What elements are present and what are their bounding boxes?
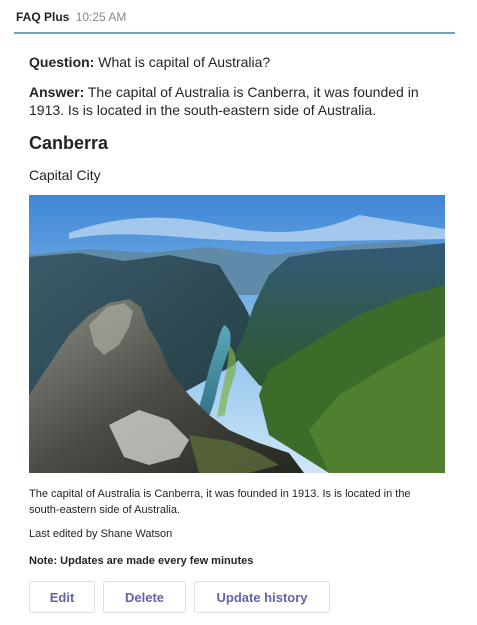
canberra-landscape-image [29,195,445,473]
last-edited-text: Last edited by Shane Watson [29,528,173,540]
message-header: FAQ Plus 10:25 AM [16,9,126,25]
answer-label: Answer: [29,84,85,100]
question-text: Question: What is capital of Australia? [29,53,445,72]
update-history-button[interactable]: Update history [194,581,330,613]
delete-button[interactable]: Delete [103,581,186,613]
answer-value: The capital of Australia is Canberra, it… [29,84,419,118]
question-value: What is capital of Australia? [94,54,271,70]
answer-text: Answer: The capital of Australia is Canb… [29,83,429,119]
sender-name: FAQ Plus [16,10,70,24]
update-note: Note: Updates are made every few minutes [29,555,254,567]
card-title: Canberra [29,133,109,153]
faq-card: Question: What is capital of Australia? … [14,32,455,625]
edit-button[interactable]: Edit [29,581,95,613]
question-label: Question: [29,54,95,70]
card-subtitle: Capital City [29,167,101,183]
message-timestamp: 10:25 AM [75,10,127,24]
image-caption: The capital of Australia is Canberra, it… [29,488,411,516]
